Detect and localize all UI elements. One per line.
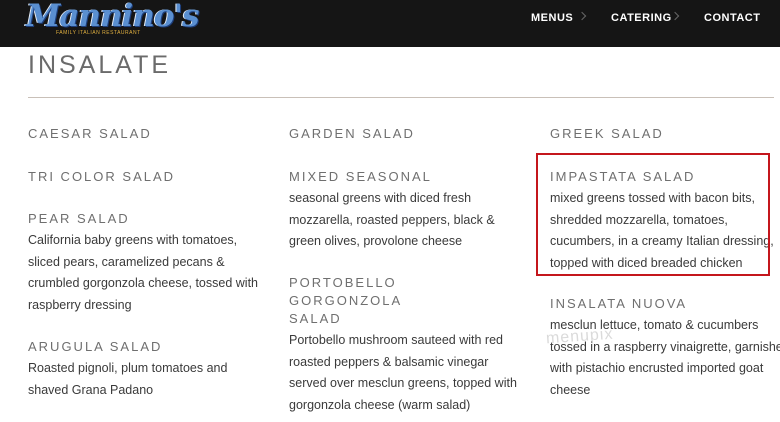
highlight-box [536, 153, 770, 276]
menu-item-name: PORTOBELLO GORGONZOLA SALAD [289, 275, 403, 326]
menu-item-name: MIXED SEASONAL [289, 169, 432, 184]
menu-item-description: California baby greens with tomatoes, sl… [28, 233, 258, 312]
menu-item-description: Roasted pignoli, plum tomatoes and shave… [28, 361, 228, 397]
nav-separator-icon [670, 11, 680, 21]
menu-item-description: seasonal greens with diced fresh mozzare… [289, 191, 495, 248]
nav-catering[interactable]: CATERING [611, 0, 672, 36]
section-title: INSALATE [28, 51, 172, 79]
menu-item-name: GARDEN SALAD [289, 126, 415, 141]
menu-item-name: INSALATA NUOVA [550, 296, 688, 311]
logo-subtitle: FAMILY ITALIAN RESTAURANT [56, 30, 141, 36]
nav-separator-icon [577, 11, 587, 21]
menu-item: ARUGULA SALAD Roasted pignoli, plum toma… [28, 338, 268, 401]
nav-contact[interactable]: CONTACT [704, 0, 760, 36]
menu-item-name: PEAR SALAD [28, 211, 130, 226]
menu-item-name: CAESAR SALAD [28, 126, 152, 141]
menu-item: CAESAR SALAD [28, 125, 268, 143]
menu-item-name: GREEK SALAD [550, 126, 664, 141]
menu-item: PORTOBELLO GORGONZOLA SALAD Portobello m… [289, 274, 529, 416]
menu-item-description: Portobello mushroom sauteed with red roa… [289, 333, 517, 412]
menu-item-name: ARUGULA SALAD [28, 339, 163, 354]
top-navigation-bar: Mannino's FAMILY ITALIAN RESTAURANT MENU… [0, 0, 780, 47]
menu-item: INSALATA NUOVA mesclun lettuce, tomato &… [550, 295, 780, 401]
menu-item: PEAR SALAD California baby greens with t… [28, 210, 268, 316]
menu-item: GREEK SALAD [550, 125, 780, 143]
menu-item-name: TRI COLOR SALAD [28, 169, 176, 184]
menu-item: GARDEN SALAD [289, 125, 529, 143]
nav-menus[interactable]: MENUS [531, 0, 573, 36]
menu-item: MIXED SEASONAL seasonal greens with dice… [289, 168, 529, 253]
restaurant-logo[interactable]: Mannino's FAMILY ITALIAN RESTAURANT [26, 0, 199, 38]
section-divider [28, 97, 774, 98]
menu-item: TRI COLOR SALAD [28, 168, 268, 186]
